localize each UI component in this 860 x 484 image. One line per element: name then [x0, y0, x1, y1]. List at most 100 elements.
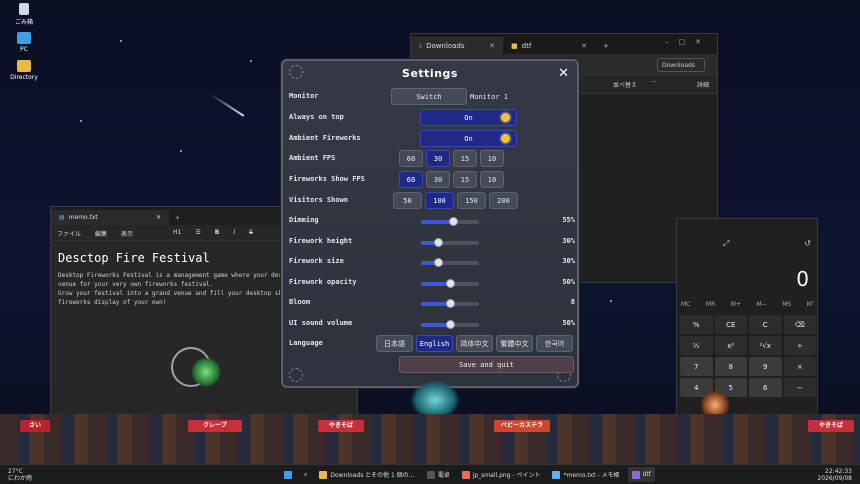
taskbar-app-notepad[interactable]: *memo.txt - メモ帳 [548, 467, 623, 482]
menu-file[interactable]: ファイル [57, 229, 81, 238]
always-on-top-toggle[interactable]: On [420, 109, 517, 126]
calc-key[interactable]: 8 [714, 357, 747, 376]
more-button[interactable]: ··· [651, 79, 657, 86]
language-option-traditional-chinese[interactable]: 繁體中文 [496, 335, 533, 352]
desktop-icon-pc[interactable]: PC [6, 32, 42, 53]
row-ambient-fps: Ambient FPS 60 30 15 10 [289, 150, 575, 168]
ambient-fps-option-60[interactable]: 60 [399, 150, 423, 167]
sort-button[interactable]: 並べ替え [613, 80, 637, 89]
save-and-quit-button[interactable]: Save and quit [399, 356, 574, 373]
show-fps-option-10[interactable]: 10 [480, 171, 504, 188]
memory-store-button[interactable]: MS [782, 301, 791, 308]
slider-handle[interactable] [446, 320, 455, 329]
menu-view[interactable]: 表示 [121, 229, 133, 238]
language-option-korean[interactable]: 한국어 [536, 335, 573, 352]
show-fps-option-60[interactable]: 60 [399, 171, 423, 188]
firework-opacity-slider[interactable] [421, 279, 479, 288]
calc-key[interactable]: × [783, 357, 816, 376]
visitors-option-100[interactable]: 100 [425, 192, 454, 209]
explorer-tab-dtf[interactable]: ■ dtf ✕ [503, 37, 595, 54]
strikethrough-icon[interactable]: S [249, 229, 253, 236]
calc-key[interactable]: 7 [680, 357, 713, 376]
history-icon[interactable]: ↺ [804, 239, 811, 248]
italic-icon[interactable]: I [233, 229, 235, 236]
calc-key[interactable]: C [749, 315, 782, 334]
visitors-option-50[interactable]: 50 [393, 192, 422, 209]
list-icon[interactable]: ☰ [195, 229, 200, 236]
notepad-icon [552, 470, 561, 479]
clock[interactable]: 22:42:33 2026/09/08 [817, 468, 852, 482]
menu-edit[interactable]: 編集 [95, 229, 107, 238]
close-icon[interactable]: ✕ [489, 42, 495, 50]
ambient-fireworks-toggle[interactable]: On [420, 130, 517, 147]
slider-handle[interactable] [446, 279, 455, 288]
calc-key[interactable]: 9 [749, 357, 782, 376]
show-fps-option-30[interactable]: 30 [426, 171, 450, 188]
memory-recall-button[interactable]: MR [706, 301, 715, 308]
details-button[interactable]: 詳細 [697, 80, 709, 89]
calc-key[interactable]: 6 [749, 378, 782, 397]
memory-add-button[interactable]: M+ [731, 301, 741, 308]
sun-icon [501, 113, 510, 122]
search-button[interactable]: ⌕ [300, 467, 311, 482]
ui-sound-volume-slider[interactable] [421, 320, 479, 329]
ambient-fps-option-15[interactable]: 15 [453, 150, 477, 167]
calc-key[interactable]: ⌫ [783, 315, 816, 334]
calc-key[interactable]: ²√x [749, 336, 782, 355]
expand-icon[interactable]: ⤢ [723, 239, 729, 249]
firework-height-slider[interactable] [421, 238, 479, 247]
language-option-english[interactable]: English [416, 335, 453, 352]
calc-key[interactable]: % [680, 315, 713, 334]
slider-handle[interactable] [434, 238, 444, 247]
weather-widget[interactable]: 27°C にわか雨 [8, 468, 32, 482]
calc-key[interactable]: x² [714, 336, 747, 355]
slider-handle[interactable] [434, 258, 444, 267]
heading-select[interactable]: H1 [173, 229, 181, 236]
visitors-option-200[interactable]: 200 [489, 192, 518, 209]
memory-subtract-button[interactable]: M− [757, 301, 767, 308]
visitors-option-150[interactable]: 150 [457, 192, 486, 209]
folder-icon: ■ [511, 41, 518, 50]
monitor-switch-button[interactable]: Switch [391, 88, 467, 105]
calc-key[interactable]: ÷ [783, 336, 816, 355]
calc-key[interactable]: ¹⁄ₓ [680, 336, 713, 355]
memory-list-button[interactable]: M˅ [807, 301, 815, 308]
taskbar-app-calculator[interactable]: 電卓 [423, 467, 454, 482]
desktop-icon-directory[interactable]: Directory [6, 60, 42, 81]
setting-label: Monitor [289, 92, 319, 100]
firework-size-slider[interactable] [421, 258, 479, 267]
bloom-slider[interactable] [421, 299, 479, 308]
window-controls[interactable]: –□✕ [665, 38, 711, 46]
slider-value: 50% [562, 278, 575, 286]
close-icon[interactable]: ✕ [156, 214, 161, 221]
notepad-tab[interactable]: ▤ memo.txt ✕ [51, 210, 169, 225]
bold-icon[interactable]: B [215, 229, 220, 236]
calculator-window: ⤢ ↺ 0 MC MR M+ M− MS M˅ % CE C ⌫ ¹⁄ₓ x² … [676, 218, 818, 418]
row-dimming: Dimming 55% [289, 212, 575, 230]
slider-handle[interactable] [446, 299, 455, 308]
setting-label: Language [289, 339, 323, 347]
slider-handle[interactable] [448, 217, 458, 226]
language-option-japanese[interactable]: 日本語 [376, 335, 413, 352]
new-tab-button[interactable]: + [595, 42, 617, 54]
language-option-simplified-chinese[interactable]: 简体中文 [456, 335, 493, 352]
ambient-fps-option-30[interactable]: 30 [426, 150, 450, 167]
new-tab-button[interactable]: + [169, 215, 186, 225]
taskbar-app-dtf[interactable]: dtf [627, 467, 655, 482]
start-button[interactable] [280, 467, 296, 482]
search-input[interactable]: Downloads [657, 58, 705, 72]
memory-clear-button[interactable]: MC [681, 301, 690, 308]
taskbar-app-paint[interactable]: jp_small.png - ペイント [458, 467, 545, 482]
calc-key[interactable]: CE [714, 315, 747, 334]
calc-key[interactable]: − [783, 378, 816, 397]
tab-label: Downloads [426, 41, 465, 50]
dimming-slider[interactable] [421, 217, 479, 226]
show-fps-option-15[interactable]: 15 [453, 171, 477, 188]
ambient-fps-option-10[interactable]: 10 [480, 150, 504, 167]
explorer-tab-downloads[interactable]: ⤓ Downloads ✕ [411, 37, 503, 54]
taskbar-app-label: 電卓 [437, 472, 450, 479]
desktop-icon-recycle-bin[interactable]: ごみ箱 [6, 3, 42, 26]
taskbar-app-explorer[interactable]: Downloads とその他 1 個の… [315, 467, 418, 482]
close-icon[interactable]: ✕ [581, 42, 587, 50]
close-button[interactable]: ✕ [558, 66, 569, 81]
